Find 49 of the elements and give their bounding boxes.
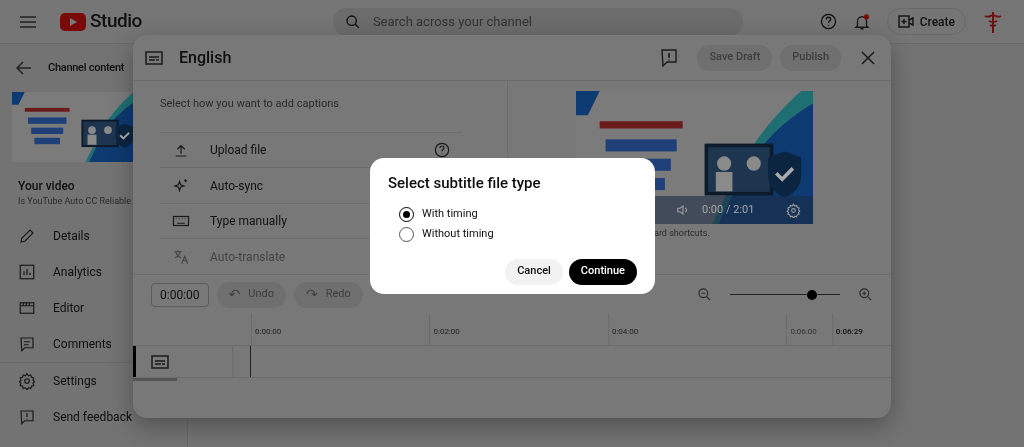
timeline-tick: 0:06:00 (790, 327, 817, 336)
editor-title: English (179, 46, 232, 69)
timeline-tick: 0:06:29 (835, 327, 863, 336)
time-field[interactable]: 0:00:00 (151, 282, 209, 307)
logo-text: Studio (90, 8, 142, 35)
help-icon[interactable] (819, 13, 837, 30)
sidebar-item[interactable]: Settings (0, 362, 97, 399)
captions-icon (151, 354, 169, 369)
continue-button[interactable]: Continue (568, 258, 637, 285)
captions-icon (145, 50, 163, 65)
logo-icon (60, 12, 86, 31)
add-video-icon (897, 15, 914, 28)
search-icon (344, 13, 361, 30)
gear-icon (18, 371, 36, 390)
feedback-icon (18, 407, 36, 426)
video-title: Is YouTube Auto CC Reliable (18, 195, 132, 208)
back-arrow-icon[interactable] (16, 61, 32, 75)
sidebar-item[interactable]: Editor (0, 289, 85, 326)
settings-icon[interactable] (786, 202, 801, 218)
feedback-icon[interactable] (661, 48, 678, 67)
caption-prompt: Select how you want to add captions (160, 96, 340, 112)
undo-icon: ↶ (228, 284, 241, 305)
menu-icon[interactable] (20, 15, 36, 28)
notification-bell-icon[interactable] (852, 12, 871, 31)
close-icon[interactable] (861, 50, 875, 65)
translate-icon (172, 247, 190, 266)
timeline-tick: 0:00:00 (255, 327, 282, 336)
timeline-tick: 0:02:00 (433, 327, 460, 336)
sidebar-item[interactable]: Details (0, 217, 90, 254)
player-time: 0:00 / 2:01 (702, 201, 755, 218)
shortcuts-hint: ard shortcuts. (654, 227, 710, 240)
sidebar-item[interactable]: Comments (0, 325, 112, 362)
sidebar-heading: Your video (18, 178, 75, 195)
cancel-button[interactable]: Cancel (505, 258, 563, 285)
volume-icon[interactable] (676, 203, 690, 217)
help-icon[interactable] (434, 141, 450, 158)
sidebar-item[interactable]: Send feedback (0, 398, 132, 435)
comment-icon (18, 334, 36, 353)
sidebar-item[interactable]: Analytics (0, 253, 102, 290)
zoom-out-icon[interactable] (696, 287, 712, 302)
sparkle-icon (172, 176, 190, 195)
zoom-slider[interactable] (729, 288, 840, 301)
back-label[interactable]: Channel content (48, 59, 125, 77)
timeline-tick: 0:04:00 (611, 327, 639, 336)
search-field[interactable]: Search across your channel (332, 7, 743, 36)
redo-icon: ↷ (305, 284, 318, 305)
avatar-icon[interactable] (982, 9, 1004, 34)
zoom-in-icon[interactable] (857, 287, 873, 302)
chart-icon (18, 262, 36, 281)
